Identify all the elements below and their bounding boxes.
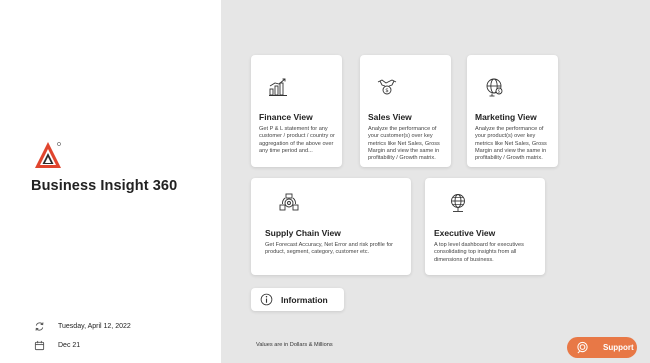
sales-view-title: Sales View — [368, 112, 412, 122]
last-refresh-date: Tuesday, April 12, 2022 — [58, 323, 131, 330]
date-row: Tuesday, April 12, 2022 — [34, 321, 131, 332]
svg-text:$: $ — [385, 88, 389, 94]
information-label: Information — [281, 294, 328, 305]
finance-view-card[interactable]: Finance View Get P & L statement for any… — [251, 55, 342, 167]
supply-chain-view-title: Supply Chain View — [265, 228, 341, 238]
main-panel: Finance View Get P & L statement for any… — [221, 0, 650, 363]
executive-view-card[interactable]: Executive View A top level dashboard for… — [425, 178, 545, 275]
information-button[interactable]: Information — [251, 288, 344, 311]
period-row: Dec 21 — [34, 340, 80, 351]
svg-text:$: $ — [498, 89, 501, 94]
support-label: Support — [603, 343, 634, 352]
support-button[interactable]: Support — [567, 337, 637, 358]
supply-chain-icon — [279, 193, 299, 211]
calendar-icon — [34, 340, 45, 351]
supply-chain-view-card[interactable]: Supply Chain View Get Forecast Accuracy,… — [251, 178, 411, 275]
supply-chain-view-desc: Get Forecast Accuracy, Net Error and ris… — [265, 242, 393, 256]
refresh-icon — [34, 321, 45, 332]
atliq-logo-icon — [35, 142, 61, 168]
sales-view-desc: Analyze the performance of your customer… — [368, 126, 440, 162]
finance-view-desc: Get P & L statement for any customer / p… — [259, 126, 335, 154]
executive-view-title: Executive View — [434, 228, 496, 238]
units-footnote: Values are in Dollars & Millions — [256, 342, 333, 348]
marketing-view-desc: Analyze the performance of your product(… — [475, 126, 547, 162]
executive-view-desc: A top level dashboard for executives con… — [434, 242, 524, 263]
sales-handshake-icon: $ — [377, 79, 397, 95]
support-chat-icon — [577, 341, 588, 354]
marketing-view-title: Marketing View — [475, 112, 537, 122]
finance-chart-icon — [269, 78, 287, 96]
marketing-view-card[interactable]: $ Marketing View Analyze the performance… — [467, 55, 558, 167]
info-icon — [260, 293, 273, 306]
app-title: Business Insight 360 — [31, 178, 178, 194]
period-value: Dec 21 — [58, 342, 81, 349]
sales-view-card[interactable]: $ Sales View Analyze the performance of … — [360, 55, 451, 167]
finance-view-title: Finance View — [259, 112, 313, 122]
marketing-globe-icon: $ — [486, 78, 503, 97]
sidebar: Business Insight 360 Tuesday, April 12, … — [0, 0, 221, 363]
executive-globe-icon — [451, 194, 465, 212]
